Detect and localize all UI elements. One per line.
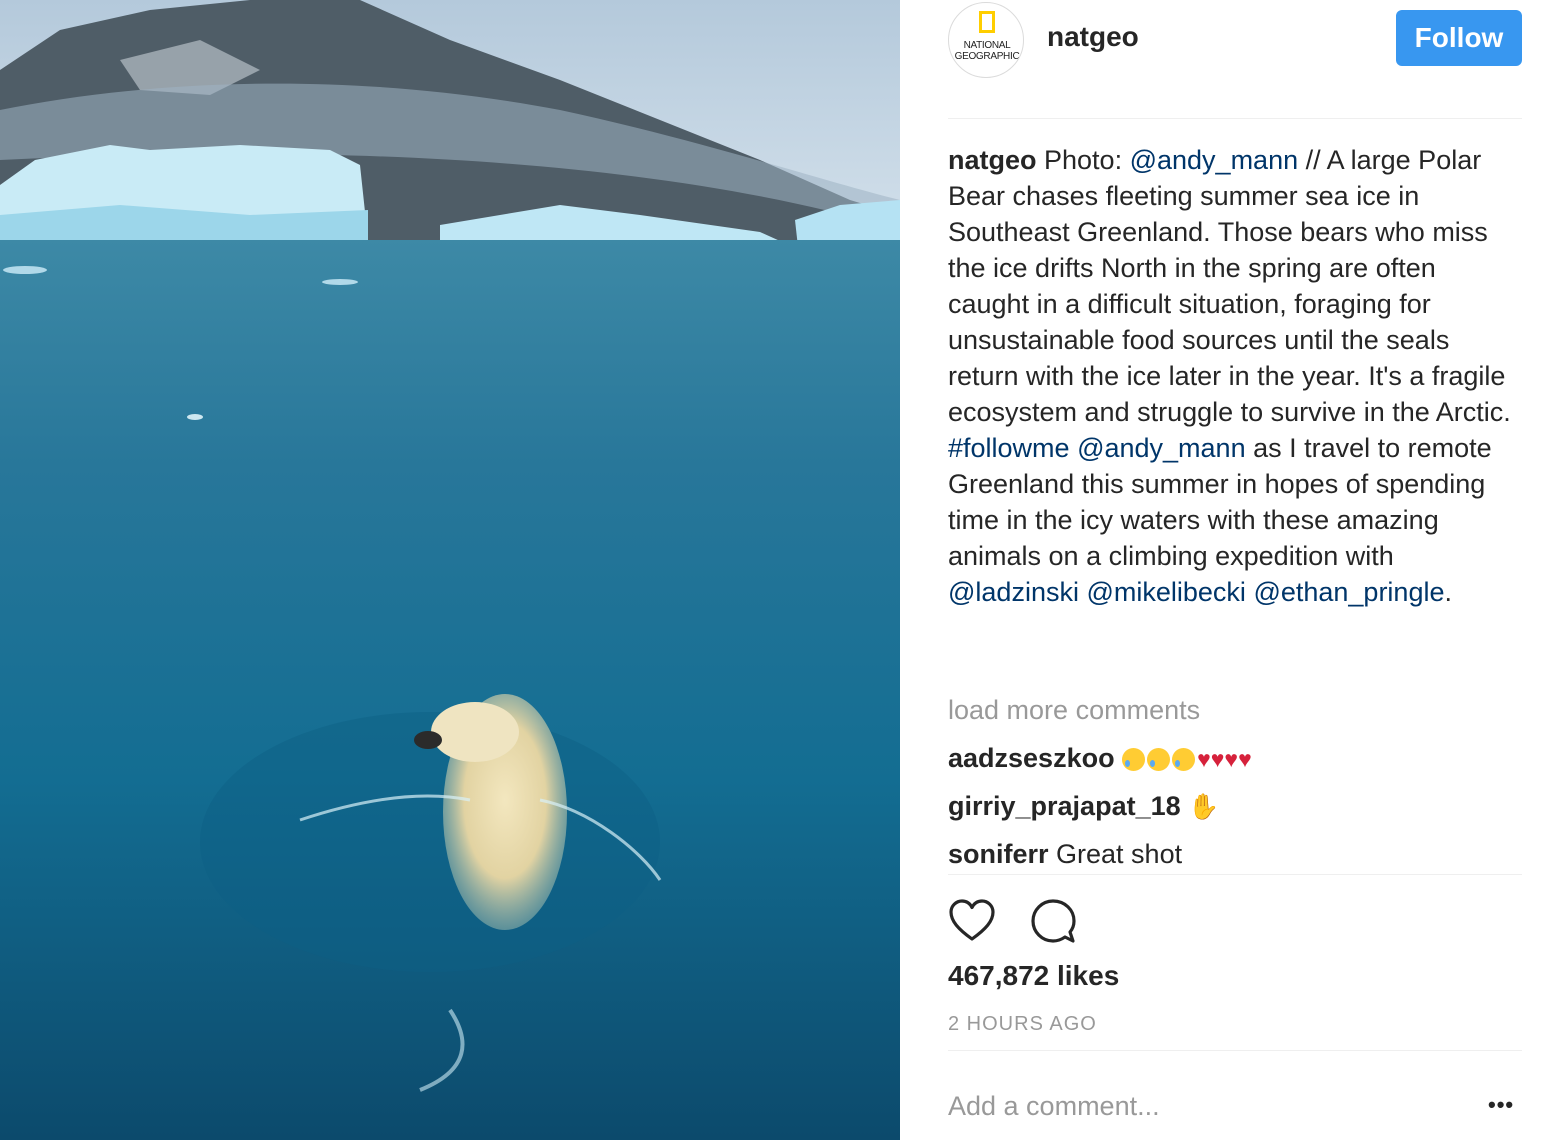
caption-mention[interactable]: @ladzinski xyxy=(948,577,1079,607)
load-more-comments-link[interactable]: load more comments xyxy=(948,695,1200,726)
broken-heart-icon: ♥ xyxy=(1238,746,1252,773)
avatar[interactable]: NATIONAL GEOGRAPHIC xyxy=(948,2,1024,78)
post-sidebar: NATIONAL GEOGRAPHIC natgeo Follow natgeo… xyxy=(900,0,1558,1140)
caption-text: . xyxy=(1444,577,1452,607)
divider xyxy=(948,1050,1522,1051)
comment-text: Great shot xyxy=(1048,839,1183,869)
avatar-text-line: GEOGRAPHIC xyxy=(954,51,1020,62)
natgeo-logo-icon xyxy=(979,11,995,33)
broken-heart-icon: ♥ xyxy=(1210,746,1225,773)
crying-face-icon xyxy=(1147,748,1171,772)
add-comment-input[interactable] xyxy=(948,1084,1468,1128)
caption-text: Photo: xyxy=(1036,145,1130,175)
caption-hashtag[interactable]: #followme xyxy=(948,433,1070,463)
polar-bear-photo xyxy=(0,0,900,1140)
divider xyxy=(948,874,1522,875)
avatar-text-line: NATIONAL xyxy=(963,40,1011,51)
like-heart-icon[interactable] xyxy=(948,898,996,942)
broken-heart-icon: ♥ xyxy=(1224,746,1239,773)
comment-username[interactable]: girriy_prajapat_18 xyxy=(948,791,1181,821)
crying-face-icon xyxy=(1122,748,1146,772)
crying-face-icon xyxy=(1172,748,1196,772)
comment-bubble-icon[interactable] xyxy=(1030,898,1076,944)
caption-mention[interactable]: @ethan_pringle xyxy=(1253,577,1444,607)
post-timestamp[interactable]: 2 HOURS AGO xyxy=(948,1013,1097,1036)
comment: soniferr Great shot xyxy=(948,839,1182,870)
like-count[interactable]: 467,872 likes xyxy=(948,960,1119,992)
comment-username[interactable]: aadzseszkoo xyxy=(948,743,1115,773)
caption-mention[interactable]: @andy_mann xyxy=(1130,145,1299,175)
post-header: NATIONAL GEOGRAPHIC natgeo Follow xyxy=(948,0,1522,119)
post-caption: natgeo Photo: @andy_mann // A large Pola… xyxy=(948,142,1522,610)
comment: aadzseszkoo ♥♥♥♥ xyxy=(948,743,1252,774)
caption-space xyxy=(1070,433,1078,463)
post-username[interactable]: natgeo xyxy=(1047,21,1139,53)
caption-text: // A large Polar Bear chases fleeting su… xyxy=(948,145,1511,427)
caption-mention[interactable]: @andy_mann xyxy=(1077,433,1246,463)
caption-username[interactable]: natgeo xyxy=(948,145,1037,175)
follow-button[interactable]: Follow xyxy=(1396,10,1522,66)
broken-heart-icon: ♥ xyxy=(1197,746,1211,773)
comment: girriy_prajapat_18 ✋ xyxy=(948,791,1219,822)
more-options-button[interactable]: ••• xyxy=(1488,1092,1514,1118)
caption-mention[interactable]: @mikelibecki xyxy=(1086,577,1245,607)
post-photo[interactable] xyxy=(0,0,900,1140)
comment-username[interactable]: soniferr xyxy=(948,839,1049,869)
ok-hand-icon: ✋ xyxy=(1188,793,1220,822)
